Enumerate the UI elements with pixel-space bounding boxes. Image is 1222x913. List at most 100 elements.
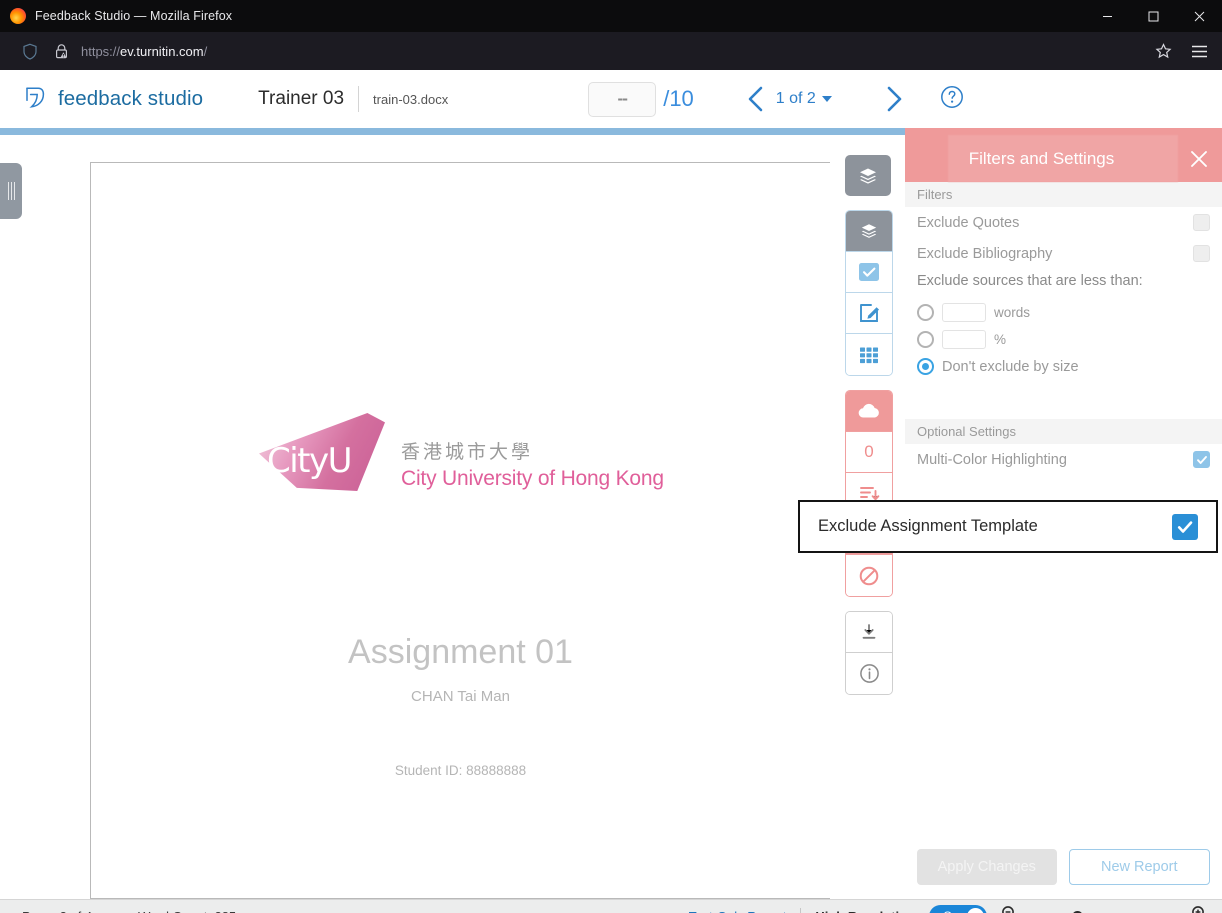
multi-color-row[interactable]: Multi-Color Highlighting [905, 444, 1222, 475]
strip-blue-segment [0, 128, 905, 135]
rail-group-grading [845, 210, 893, 376]
rail-group-utilities [845, 611, 893, 695]
help-button[interactable] [940, 85, 964, 114]
words-unit-label: words [994, 305, 1030, 320]
high-resolution-toggle[interactable]: On [929, 905, 987, 913]
panel-body: Filters Exclude Quotes Exclude Bibliogra… [905, 182, 1222, 475]
layers-collapse-icon [858, 166, 878, 186]
grade-input[interactable]: -- [588, 82, 656, 117]
status-strip [0, 128, 1222, 135]
shield-icon[interactable] [19, 40, 41, 62]
word-count: Word Count: 285 [138, 909, 236, 913]
nav-right-group [1148, 37, 1214, 65]
dont-exclude-label: Don't exclude by size [942, 359, 1079, 375]
rail-info-button[interactable] [846, 653, 892, 694]
match-count-label: 0 [864, 442, 873, 462]
cityu-logo-mark-icon: CityU [259, 413, 385, 491]
strip-red-segment [905, 128, 1222, 135]
window-controls [1084, 0, 1222, 32]
grademark-check-icon [856, 260, 882, 284]
similarity-cloud-icon [857, 402, 881, 420]
new-report-button[interactable]: New Report [1069, 849, 1211, 885]
dont-exclude-radio[interactable] [917, 358, 934, 375]
percent-unit-label: % [994, 332, 1006, 347]
exclude-bibliography-checkbox[interactable] [1193, 245, 1210, 262]
document-heading: Assignment 01 [91, 633, 830, 672]
previous-paper-button[interactable] [736, 84, 776, 114]
divider [358, 86, 359, 112]
exclude-bibliography-row[interactable]: Exclude Bibliography [905, 238, 1222, 269]
panel-close-button[interactable] [1186, 146, 1212, 172]
lock-warning-icon[interactable] [50, 40, 72, 62]
left-panel-drag-handle[interactable] [0, 163, 22, 219]
checkmark-icon [1176, 518, 1194, 536]
exclude-words-input[interactable] [942, 303, 986, 322]
window-title: Feedback Studio — Mozilla Firefox [35, 9, 232, 23]
student-name: Trainer 03 [258, 88, 344, 110]
star-icon[interactable] [1148, 37, 1178, 65]
feedback-pencil-icon [857, 301, 881, 325]
url-text[interactable]: https://ev.turnitin.com/ [81, 44, 207, 59]
grade-total: /10 [663, 86, 694, 112]
rail-grademark-button[interactable] [846, 252, 892, 293]
minimize-button[interactable] [1084, 0, 1130, 32]
exclude-quotes-row[interactable]: Exclude Quotes [905, 207, 1222, 238]
paper-selector-dropdown[interactable]: 1 of 2 [776, 90, 832, 108]
exclude-assignment-template-checkbox[interactable] [1172, 514, 1198, 540]
text-only-report-link[interactable]: Text-Only Report [689, 909, 787, 913]
rail-collapse-button[interactable] [845, 155, 891, 196]
layers-icon [860, 222, 878, 240]
browser-title-bar: Feedback Studio — Mozilla Firefox [0, 0, 1222, 32]
exclude-quotes-label: Exclude Quotes [917, 215, 1019, 231]
checkmark-icon [1196, 454, 1208, 466]
document-author: CHAN Tai Man [91, 688, 830, 705]
filters-section-label: Filters [905, 182, 1222, 207]
close-button[interactable] [1176, 0, 1222, 32]
status-left-group: Page: 2 of 4 Word Count: 285 [0, 909, 236, 913]
apply-changes-button[interactable]: Apply Changes [917, 849, 1057, 885]
rail-excluded-button[interactable] [846, 555, 892, 596]
exclude-by-words-row[interactable]: words [905, 301, 1222, 324]
exclude-quotes-checkbox[interactable] [1193, 214, 1210, 231]
file-name: train-03.docx [373, 92, 448, 107]
address-bar[interactable]: https://ev.turnitin.com/ [11, 37, 1148, 65]
rail-similarity-button[interactable] [846, 391, 892, 432]
cityu-logo: CityU 香港城市大學 City University of Hong Kon… [259, 413, 664, 491]
download-icon [859, 622, 879, 642]
rail-match-count[interactable]: 0 [846, 432, 892, 473]
hamburger-menu-icon[interactable] [1184, 37, 1214, 65]
zoom-in-icon[interactable] [1191, 905, 1208, 913]
dont-exclude-row[interactable]: Don't exclude by size [905, 356, 1222, 377]
page-indicator: Page: 2 of 4 [22, 909, 92, 913]
firefox-logo-icon [10, 8, 26, 24]
rail-rubric-button[interactable] [846, 334, 892, 375]
cityu-name-english: City University of Hong Kong [401, 467, 664, 491]
zoom-out-icon[interactable] [1001, 905, 1018, 913]
maximize-button[interactable] [1130, 0, 1176, 32]
exclude-assignment-template-callout[interactable]: Exclude Assignment Template [798, 500, 1218, 553]
brand[interactable]: feedback studio [22, 84, 203, 115]
exclude-by-words-radio[interactable] [917, 304, 934, 321]
document-viewer[interactable]: CityU 香港城市大學 City University of Hong Kon… [90, 162, 830, 899]
filters-settings-panel: Filters and Settings Filters Exclude Quo… [905, 135, 1222, 899]
toggle-state-label: On [943, 909, 959, 913]
cityu-name-chinese: 香港城市大學 [401, 437, 664, 464]
next-paper-button[interactable] [874, 84, 914, 114]
rail-group-similarity: 0 [845, 390, 893, 597]
exclude-by-percent-row[interactable]: % [905, 328, 1222, 351]
multi-color-label: Multi-Color Highlighting [917, 452, 1067, 468]
rail-feedback-button[interactable] [846, 293, 892, 334]
optional-settings-label: Optional Settings [905, 419, 1222, 444]
divider [800, 908, 801, 913]
panel-action-buttons: Apply Changes New Report [905, 849, 1222, 885]
exclude-by-percent-radio[interactable] [917, 331, 934, 348]
brand-label: feedback studio [58, 87, 203, 111]
exclude-percent-input[interactable] [942, 330, 986, 349]
exclude-assignment-template-label: Exclude Assignment Template [818, 517, 1038, 536]
document-student-id: Student ID: 88888888 [91, 763, 830, 778]
rail-download-button[interactable] [846, 612, 892, 653]
browser-nav-bar: https://ev.turnitin.com/ [0, 32, 1222, 70]
panel-header: Filters and Settings [905, 135, 1222, 182]
rail-layers-button[interactable] [846, 211, 892, 252]
multi-color-checkbox[interactable] [1193, 451, 1210, 468]
